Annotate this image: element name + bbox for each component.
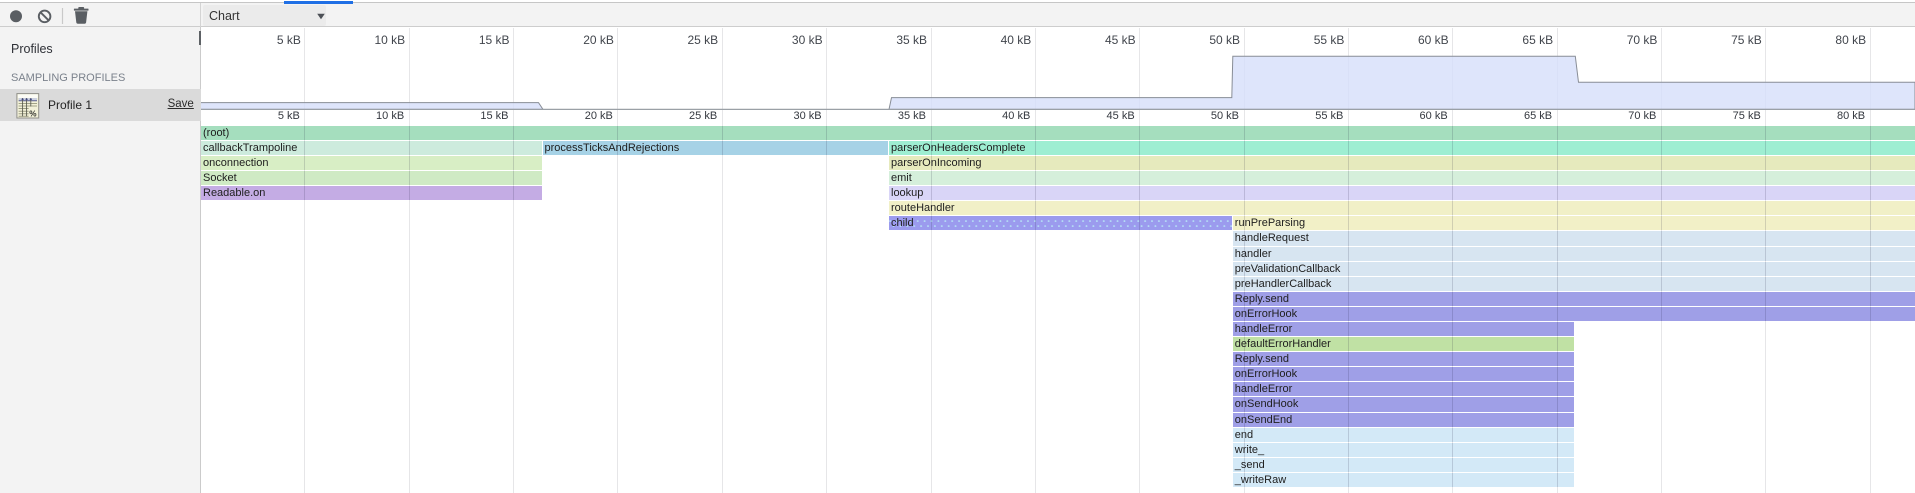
svg-text:%: % xyxy=(29,109,37,118)
